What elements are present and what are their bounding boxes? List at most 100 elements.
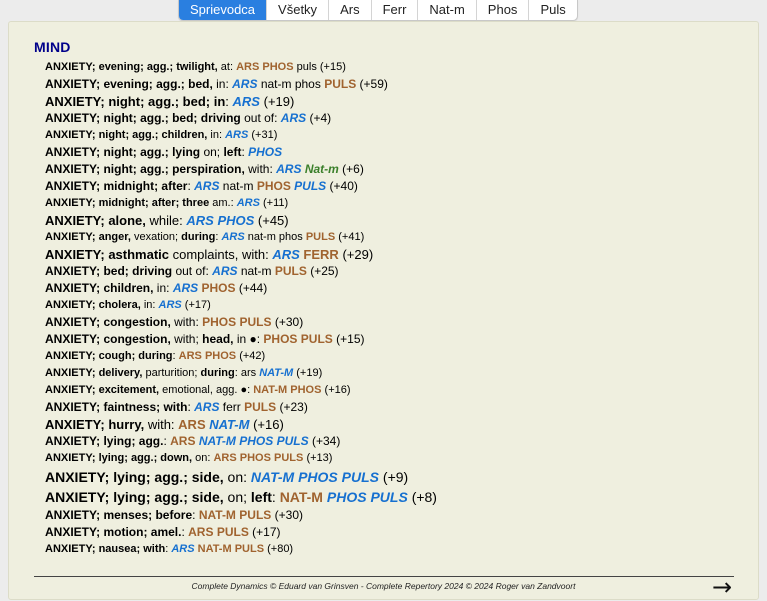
remedy-link[interactable]: ARS: [272, 247, 299, 262]
rubric-row[interactable]: ANXIETY; cough; during: ARS PHOS (+42): [45, 348, 745, 365]
remedy-count[interactable]: (+30): [275, 315, 303, 329]
rubric-row[interactable]: ANXIETY; lying; agg.; side, on; left: NA…: [45, 487, 745, 507]
tab-všetky[interactable]: Všetky: [267, 0, 330, 20]
remedy-link[interactable]: ARS: [194, 179, 219, 193]
remedy-count[interactable]: (+8): [412, 489, 437, 505]
remedy-link[interactable]: PULS: [275, 264, 307, 278]
remedy-link[interactable]: PHOS: [257, 179, 291, 193]
remedy-link[interactable]: PHOS: [217, 213, 254, 228]
remedy-link[interactable]: ARS: [213, 452, 236, 464]
remedy-link[interactable]: PULS: [217, 525, 249, 539]
remedy-link[interactable]: PHOS: [239, 434, 273, 448]
remedy-link[interactable]: PULS: [244, 400, 276, 414]
remedy-count[interactable]: (+42): [239, 350, 265, 362]
remedy-link[interactable]: FERR: [303, 247, 338, 262]
remedy-count[interactable]: (+31): [251, 129, 277, 141]
remedy-link[interactable]: PULS: [274, 452, 303, 464]
rubric-row[interactable]: ANXIETY; night; agg.; bed; in: ARS (+19): [45, 93, 745, 110]
remedy-link[interactable]: ARS: [237, 197, 260, 209]
rubric-row[interactable]: ANXIETY; menses; before: NAT-M PULS (+30…: [45, 507, 745, 524]
remedy-link[interactable]: NAT-M: [253, 384, 287, 396]
rubric-row[interactable]: ANXIETY; excitement, emotional, agg. ●: …: [45, 382, 745, 399]
remedy-link[interactable]: NAT-M: [280, 489, 323, 505]
remedy-link[interactable]: ARS: [171, 543, 194, 555]
remedy-count[interactable]: (+17): [185, 299, 211, 311]
remedy-link[interactable]: ARS: [173, 281, 198, 295]
rubric-row[interactable]: ANXIETY; faintness; with: ARS ferr PULS …: [45, 399, 745, 416]
remedy-link[interactable]: PULS: [306, 231, 335, 243]
remedy-link[interactable]: PHOS: [262, 61, 293, 73]
remedy-link[interactable]: ARS: [236, 61, 259, 73]
remedy-link[interactable]: ARS: [159, 299, 182, 311]
remedy-link[interactable]: ARS: [188, 525, 213, 539]
remedy-count[interactable]: (+16): [253, 417, 284, 432]
tab-puls[interactable]: Puls: [529, 0, 576, 20]
remedy-count[interactable]: (+59): [360, 77, 388, 91]
remedy-count[interactable]: (+15): [336, 332, 364, 346]
rubric-row[interactable]: ANXIETY; night; agg.; perspiration, with…: [45, 161, 745, 178]
rubric-row[interactable]: ANXIETY; bed; driving out of: ARS nat-m …: [45, 263, 745, 280]
rubric-row[interactable]: ANXIETY; nausea; with: ARS NAT-M PULS (+…: [45, 541, 745, 558]
remedy-link[interactable]: PHOS: [327, 489, 367, 505]
remedy-count[interactable]: (+29): [342, 247, 373, 262]
remedy-link[interactable]: ARS: [170, 434, 195, 448]
remedy-count[interactable]: (+19): [264, 94, 295, 109]
remedy-link[interactable]: nat-m phos: [245, 231, 306, 243]
remedy-link[interactable]: ARS: [276, 162, 301, 176]
remedy-link[interactable]: NAT-M: [259, 367, 293, 379]
rubric-row[interactable]: ANXIETY; midnight; after: ARS nat-m PHOS…: [45, 178, 745, 195]
remedy-link[interactable]: PHOS: [248, 145, 282, 159]
remedy-link[interactable]: NAT-M: [209, 417, 249, 432]
remedy-link[interactable]: NAT-M: [251, 469, 294, 485]
rubric-row[interactable]: ANXIETY; night; agg.; lying on; left: PH…: [45, 144, 745, 161]
remedy-count[interactable]: (+34): [312, 434, 340, 448]
remedy-link[interactable]: PULS: [277, 434, 309, 448]
remedy-count[interactable]: (+17): [252, 525, 280, 539]
remedy-link[interactable]: NAT-M: [198, 543, 232, 555]
rubric-row[interactable]: ANXIETY; children, in: ARS PHOS (+44): [45, 280, 745, 297]
remedy-link[interactable]: NAT-M: [199, 434, 236, 448]
remedy-link[interactable]: PULS: [324, 77, 356, 91]
tab-phos[interactable]: Phos: [477, 0, 530, 20]
remedy-count[interactable]: (+23): [280, 400, 308, 414]
remedy-count[interactable]: (+25): [310, 264, 338, 278]
remedy-link[interactable]: ARS: [212, 264, 237, 278]
remedy-link[interactable]: ARS: [232, 77, 257, 91]
remedy-link[interactable]: ARS: [179, 350, 202, 362]
remedy-link[interactable]: PULS: [294, 179, 326, 193]
remedy-link[interactable]: nat-m phos: [257, 77, 324, 91]
rubric-row[interactable]: ANXIETY; evening; agg.; twilight, at: AR…: [45, 59, 745, 76]
remedy-link[interactable]: PHOS: [205, 350, 236, 362]
rubric-row[interactable]: ANXIETY; night; agg.; children, in: ARS …: [45, 127, 745, 144]
remedy-count[interactable]: (+41): [338, 231, 364, 243]
remedy-link[interactable]: ARS: [221, 231, 244, 243]
remedy-count[interactable]: (+15): [320, 61, 346, 73]
remedy-link[interactable]: ferr: [219, 400, 244, 414]
rubric-row[interactable]: ANXIETY; delivery, parturition; during: …: [45, 365, 745, 382]
rubric-row[interactable]: ANXIETY; midnight; after; three am.: ARS…: [45, 195, 745, 212]
remedy-link[interactable]: Nat-m: [305, 162, 339, 176]
rubric-row[interactable]: ANXIETY; anger, vexation; during: ARS na…: [45, 229, 745, 246]
remedy-link[interactable]: PHOS: [202, 281, 236, 295]
remedy-count[interactable]: (+30): [275, 508, 303, 522]
remedy-count[interactable]: (+45): [258, 213, 289, 228]
remedy-count[interactable]: (+40): [330, 179, 358, 193]
remedy-link[interactable]: ARS: [178, 417, 205, 432]
rubric-row[interactable]: ANXIETY; cholera, in: ARS (+17): [45, 297, 745, 314]
remedy-link[interactable]: PHOS: [290, 384, 321, 396]
rubric-row[interactable]: ANXIETY; lying; agg.; side, on: NAT-M PH…: [45, 467, 745, 487]
tab-nat-m[interactable]: Nat-m: [418, 0, 477, 20]
rubric-row[interactable]: ANXIETY; night; agg.; bed; driving out o…: [45, 110, 745, 127]
remedy-link[interactable]: PULS: [239, 508, 271, 522]
remedy-count[interactable]: (+6): [342, 162, 364, 176]
rubric-row[interactable]: ANXIETY; alone, while: ARS PHOS (+45): [45, 212, 745, 229]
remedy-link[interactable]: ARS: [194, 400, 219, 414]
remedy-count[interactable]: (+13): [306, 452, 332, 464]
remedy-link[interactable]: ARS: [186, 213, 213, 228]
remedy-link[interactable]: PULS: [342, 469, 379, 485]
remedy-link[interactable]: ARS: [233, 94, 260, 109]
remedy-link[interactable]: PULS: [240, 315, 272, 329]
remedy-link[interactable]: PHOS: [240, 452, 271, 464]
remedy-count[interactable]: (+11): [263, 197, 288, 209]
tab-ars[interactable]: Ars: [329, 0, 372, 20]
